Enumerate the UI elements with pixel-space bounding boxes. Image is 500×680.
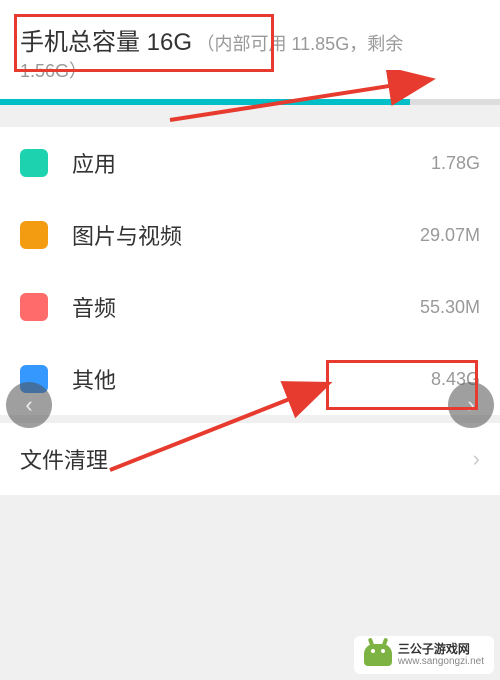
gallery-next-button[interactable]: ›	[448, 382, 494, 428]
category-label: 音频	[72, 291, 420, 323]
file-cleanup-label: 文件清理	[20, 443, 473, 475]
section-spacer	[0, 105, 500, 127]
capacity-subtext: （内部可用 11.85G，剩余	[196, 34, 403, 54]
category-value: 55.30M	[420, 297, 480, 318]
category-label: 其他	[72, 363, 431, 395]
section-spacer-small	[0, 415, 500, 423]
storage-header: 手机总容量 16G （内部可用 11.85G，剩余 1.56G）	[0, 0, 500, 91]
swatch-audio-icon	[20, 293, 48, 321]
category-label: 图片与视频	[72, 219, 420, 251]
watermark-badge: 三公子游戏网 www.sangongzi.net	[354, 636, 494, 674]
chevron-right-icon: ›	[473, 446, 480, 472]
total-capacity-title: 手机总容量 16G	[20, 29, 192, 56]
file-cleanup-row[interactable]: 文件清理 ›	[0, 423, 500, 495]
storage-progress-fill	[0, 99, 410, 105]
category-value: 29.07M	[420, 225, 480, 246]
swatch-apps-icon	[20, 149, 48, 177]
capacity-remaining: 1.56G）	[20, 61, 87, 81]
category-row-other[interactable]: 其他 8.43G	[0, 343, 500, 415]
category-row-audio[interactable]: 音频 55.30M	[0, 271, 500, 343]
chevron-left-icon: ‹	[25, 392, 32, 418]
swatch-media-icon	[20, 221, 48, 249]
storage-category-list: 应用 1.78G 图片与视频 29.07M 音频 55.30M 其他 8.43G	[0, 127, 500, 415]
gallery-prev-button[interactable]: ‹	[6, 382, 52, 428]
category-label: 应用	[72, 147, 431, 179]
storage-progress-bar	[0, 99, 500, 105]
watermark-title: 三公子游戏网	[398, 642, 484, 656]
category-row-apps[interactable]: 应用 1.78G	[0, 127, 500, 199]
android-mascot-icon	[364, 644, 392, 666]
chevron-right-icon: ›	[467, 392, 474, 418]
category-value: 1.78G	[431, 153, 480, 174]
category-row-media[interactable]: 图片与视频 29.07M	[0, 199, 500, 271]
watermark-url: www.sangongzi.net	[398, 656, 484, 668]
